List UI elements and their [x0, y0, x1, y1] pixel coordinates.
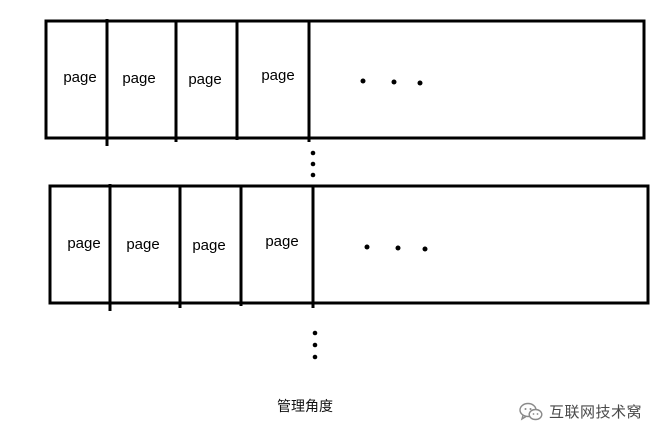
page-row-1: page page page page: [44, 19, 646, 146]
memory-pages-diagram: page page page page page page page page: [44, 19, 650, 360]
row-2-page-4-label: page: [265, 233, 298, 250]
page-row-2: page page page page: [48, 184, 650, 311]
row-2-page-2-label: page: [126, 236, 159, 253]
vertical-ellipsis-1: [310, 150, 316, 178]
vertical-ellipsis-2: [312, 330, 318, 360]
ellipsis-dot: [391, 79, 397, 85]
ellipsis-dot: [395, 245, 401, 251]
row-1-page-4-label: page: [261, 67, 294, 84]
ellipsis-dot: [310, 161, 316, 167]
diagram-caption: 管理角度: [277, 399, 333, 415]
ellipsis-dot: [310, 150, 316, 156]
row-2-page-3-label: page: [192, 237, 225, 254]
wechat-icon: [519, 402, 543, 422]
ellipsis-dot: [417, 80, 423, 86]
ellipsis-dot: [312, 330, 318, 336]
watermark-text: 互联网技术窝: [549, 403, 643, 421]
ellipsis-dot: [312, 342, 318, 348]
ellipsis-dot: [312, 354, 318, 360]
row-1-page-3-label: page: [188, 71, 221, 88]
ellipsis-dot: [310, 172, 316, 178]
ellipsis-dot: [364, 244, 370, 250]
row-1-page-1-label: page: [63, 69, 96, 86]
ellipsis-dot: [422, 246, 428, 252]
watermark: 互联网技术窝: [519, 401, 642, 422]
row-1-continuation-ellipsis: [360, 78, 423, 86]
ellipsis-dot: [360, 78, 366, 84]
row-1-page-2-label: page: [122, 70, 155, 87]
row-2-page-1-label: page: [67, 235, 100, 252]
row-2-continuation-ellipsis: [364, 244, 428, 252]
